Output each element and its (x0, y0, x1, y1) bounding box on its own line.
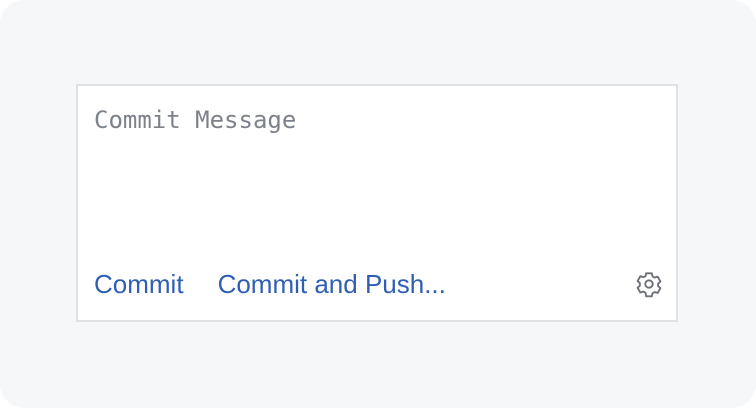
window-background: Commit Commit and Push... (0, 0, 756, 408)
gear-icon (636, 272, 662, 298)
commit-panel: Commit Commit and Push... (76, 84, 678, 322)
commit-button[interactable]: Commit (94, 264, 184, 304)
commit-actions-bar: Commit Commit and Push... (94, 264, 664, 304)
commit-settings-button[interactable] (634, 269, 664, 299)
commit-message-input[interactable] (94, 104, 664, 244)
commit-and-push-button[interactable]: Commit and Push... (218, 264, 446, 304)
